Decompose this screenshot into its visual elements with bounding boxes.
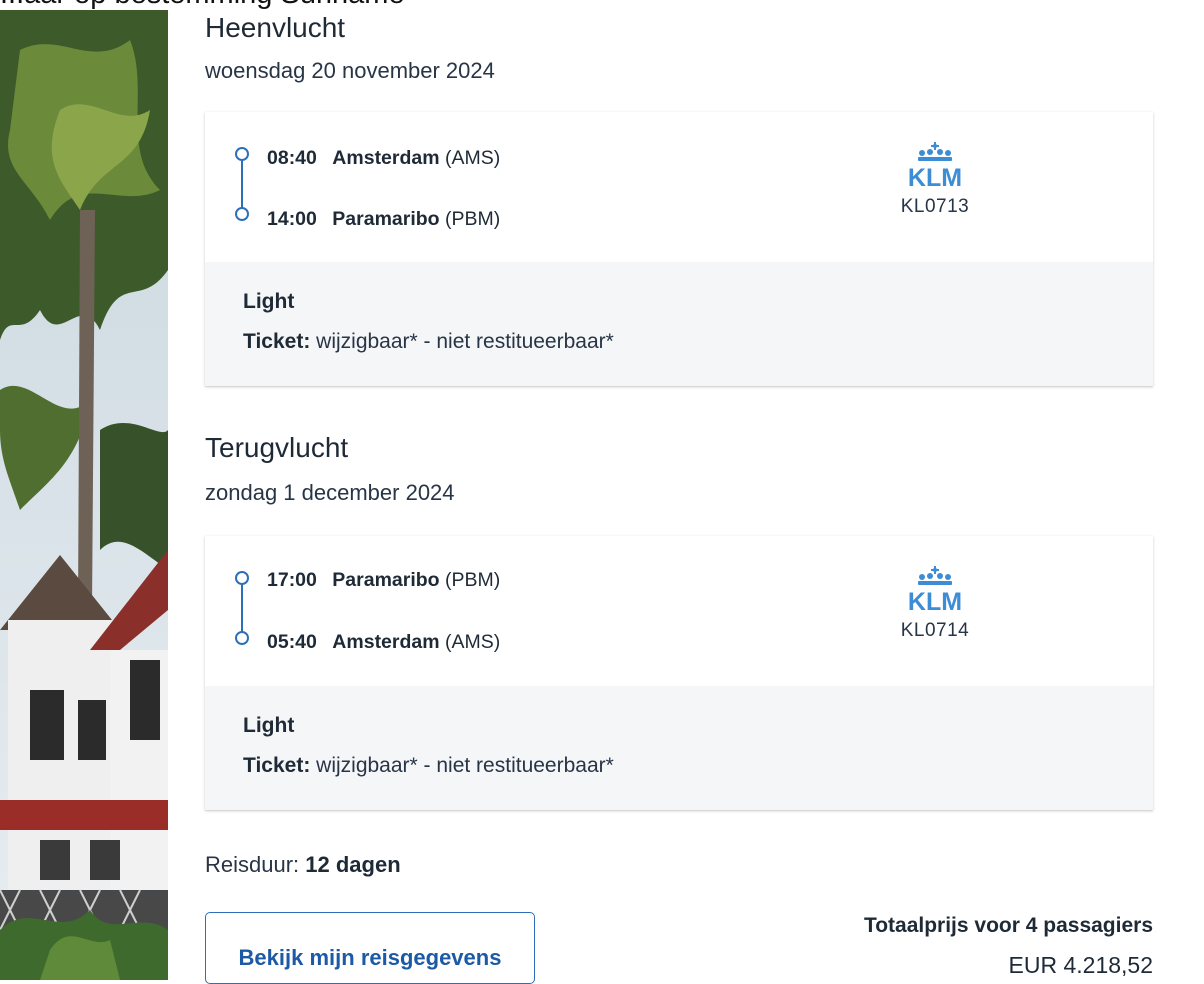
klm-logo: KLM <box>908 142 962 192</box>
svg-text:KLM: KLM <box>908 164 962 192</box>
departure-city: Paramaribo <box>332 569 440 591</box>
return-itinerary: 17:00 Paramaribo (PBM) 05:40 Amsterdam (… <box>205 536 1153 686</box>
cut-off-header: ...aar op bestemming Suriname <box>0 0 1204 10</box>
arrival-code: (AMS) <box>445 631 501 653</box>
total-price-label: Totaalprijs voor 4 passagiers <box>863 914 1153 937</box>
route-timeline <box>233 571 251 645</box>
return-departure: 17:00 Paramaribo (PBM) <box>267 569 500 592</box>
outbound-fare-info: Light Ticket: wijzigbaar* - niet restitu… <box>205 262 1153 386</box>
arrival-dot <box>235 207 249 221</box>
trip-duration: Reisduur: 12 dagen <box>205 852 401 878</box>
total-price-value: EUR 4.218,52 <box>1008 952 1153 978</box>
return-date: zondag 1 december 2024 <box>205 480 455 505</box>
arrival-time: 05:40 <box>267 631 317 653</box>
outbound-date: woensdag 20 november 2024 <box>205 58 495 83</box>
flight-number: KL0713 <box>900 196 970 217</box>
ticket-label: Ticket: <box>243 330 311 353</box>
fare-name: Light <box>243 290 295 313</box>
header-text: ...aar op bestemming Suriname <box>0 0 405 10</box>
departure-time: 17:00 <box>267 569 317 591</box>
duration-value: 12 dagen <box>305 852 401 877</box>
arrival-dot <box>235 631 249 645</box>
route-line <box>240 161 243 209</box>
ticket-conditions-text: wijzigbaar* - niet restitueerbaar* <box>316 754 614 777</box>
arrival-code: (PBM) <box>445 208 501 230</box>
departure-dot <box>235 147 249 161</box>
svg-text:KLM: KLM <box>908 588 962 616</box>
fare-name: Light <box>243 714 295 737</box>
klm-logo: KLM <box>908 566 962 616</box>
airline-info: KLM KL0713 <box>885 140 985 218</box>
arrival-time: 14:00 <box>267 208 317 230</box>
arrival-city: Amsterdam <box>332 631 440 653</box>
arrival-city: Paramaribo <box>332 208 440 230</box>
destination-photo <box>0 10 168 980</box>
outbound-arrival: 14:00 Paramaribo (PBM) <box>267 208 500 231</box>
departure-code: (PBM) <box>445 569 501 591</box>
airline-info: KLM KL0714 <box>885 564 985 642</box>
departure-dot <box>235 571 249 585</box>
departure-city: Amsterdam <box>332 147 440 169</box>
outbound-departure: 08:40 Amsterdam (AMS) <box>267 147 500 170</box>
duration-label: Reisduur: <box>205 852 300 877</box>
route-timeline <box>233 147 251 221</box>
flight-number: KL0714 <box>900 620 970 641</box>
ticket-label: Ticket: <box>243 754 311 777</box>
departure-time: 08:40 <box>267 147 317 169</box>
ticket-conditions: Ticket: wijzigbaar* - niet restitueerbaa… <box>243 330 614 354</box>
route-line <box>240 585 243 633</box>
outbound-itinerary: 08:40 Amsterdam (AMS) 14:00 Paramaribo (… <box>205 112 1153 262</box>
return-title: Terugvlucht <box>205 432 349 463</box>
ticket-conditions-text: wijzigbaar* - niet restitueerbaar* <box>316 330 614 353</box>
view-travel-details-button[interactable]: Bekijk mijn reisgegevens <box>205 912 535 984</box>
outbound-flight-card: 08:40 Amsterdam (AMS) 14:00 Paramaribo (… <box>205 112 1153 386</box>
return-fare-info: Light Ticket: wijzigbaar* - niet restitu… <box>205 686 1153 810</box>
outbound-title: Heenvlucht <box>205 12 346 43</box>
return-flight-card: 17:00 Paramaribo (PBM) 05:40 Amsterdam (… <box>205 536 1153 810</box>
return-arrival: 05:40 Amsterdam (AMS) <box>267 631 500 654</box>
departure-code: (AMS) <box>445 147 501 169</box>
ticket-conditions: Ticket: wijzigbaar* - niet restitueerbaa… <box>243 754 614 778</box>
